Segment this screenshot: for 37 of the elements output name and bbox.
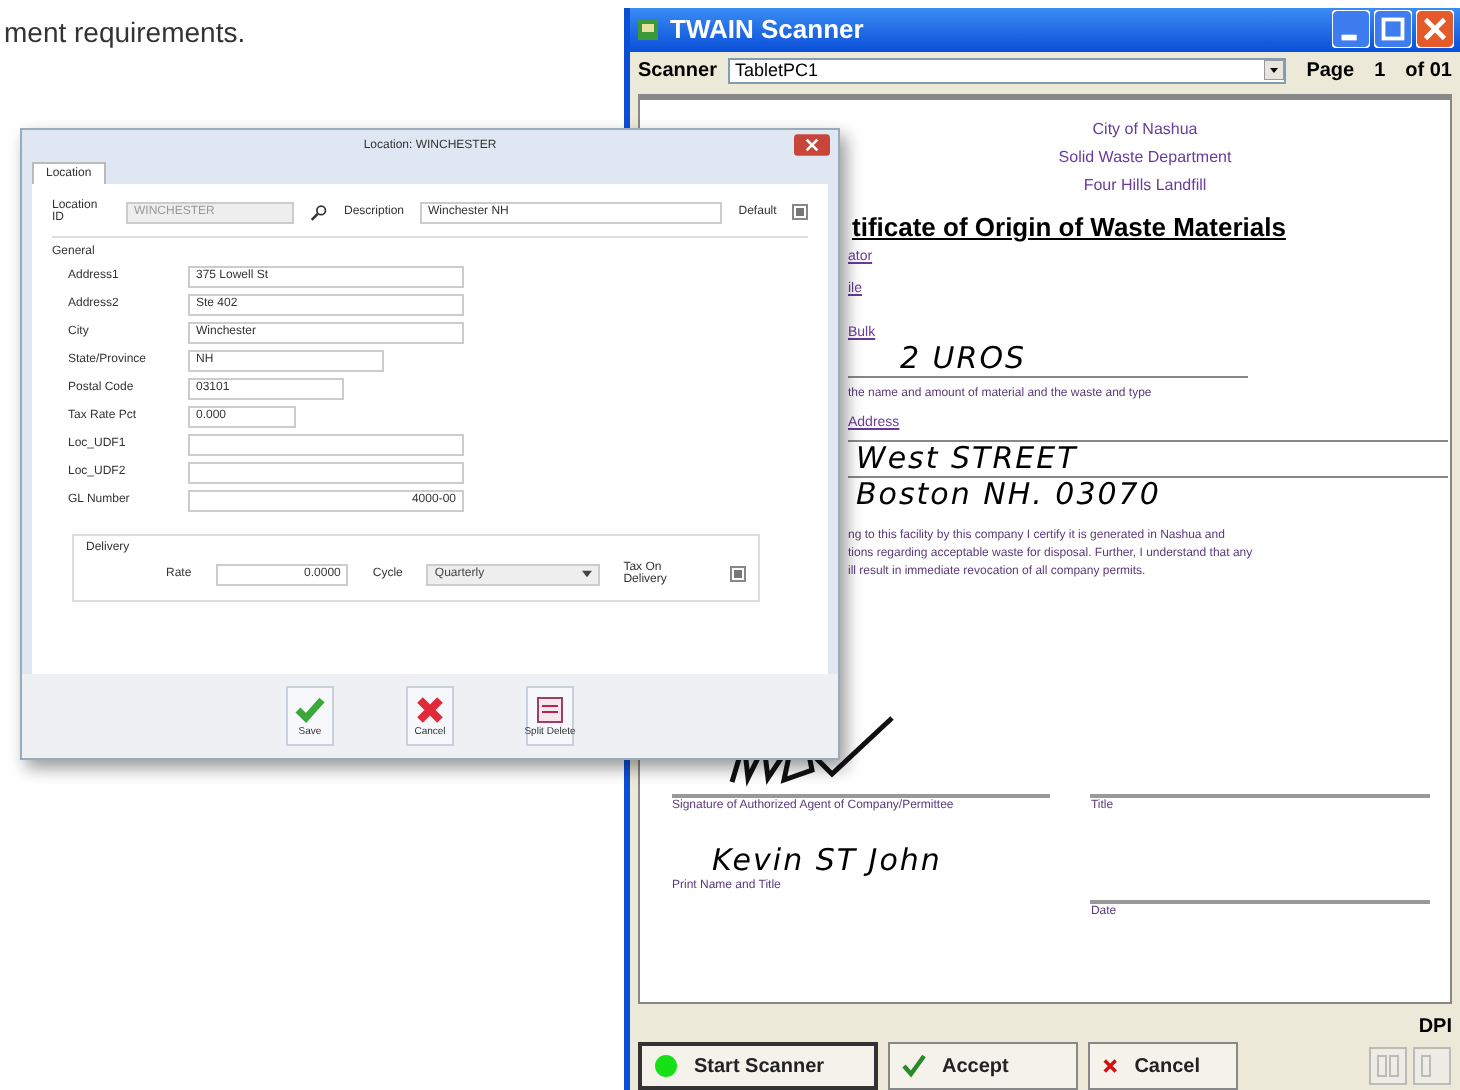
dropdown-arrow-icon [1264, 60, 1285, 81]
minimize-icon[interactable] [1332, 10, 1370, 49]
handwritten-text: Kevin ST John [712, 843, 944, 878]
search-icon[interactable] [310, 203, 328, 221]
header-line: Solid Waste Department [1056, 145, 1234, 170]
default-checkbox[interactable] [792, 204, 809, 220]
scanner-label: Scanner [638, 59, 717, 82]
handwritten-text: Boston NH. 03070 [856, 477, 1163, 512]
handwritten-text: 2 UROS [900, 341, 1029, 376]
page-number: 1 [1374, 59, 1386, 82]
checkmark-icon [294, 694, 326, 726]
status-dot-icon [654, 1054, 678, 1078]
toolbar-button[interactable]: Start Scanner [638, 1042, 878, 1090]
scanner-icon [636, 17, 660, 42]
close-icon[interactable] [794, 134, 830, 156]
page-count: of 01 [1405, 59, 1452, 82]
toolbar-button[interactable]: Accept [888, 1042, 1078, 1090]
document-title: tificate of Origin of Waste Materials [852, 211, 1288, 242]
page-label: Page [1306, 59, 1355, 82]
checkmark-icon [902, 1054, 926, 1078]
x-icon [1102, 1054, 1119, 1078]
input-field[interactable] [188, 461, 464, 483]
tax-checkbox[interactable] [730, 566, 747, 582]
handwritten-text: West STREET [856, 441, 1080, 476]
header-line: Four Hills Landfill [1081, 173, 1209, 198]
input-field[interactable] [188, 433, 464, 455]
header-line: City of Nashua [1090, 117, 1200, 142]
x-icon [414, 694, 446, 726]
page-text: ment requirements. [4, 16, 246, 48]
document-icon [534, 694, 566, 726]
maximize-icon[interactable] [1374, 10, 1412, 49]
window-title: TWAIN Scanner [670, 14, 866, 45]
scanner-dropdown[interactable]: TabletPC1 [728, 57, 1287, 84]
close-icon[interactable] [1416, 10, 1454, 49]
dpi-label: DPI [1416, 1014, 1454, 1042]
toolbar-button[interactable]: Cancel [1088, 1042, 1238, 1090]
caret-icon [581, 570, 592, 578]
